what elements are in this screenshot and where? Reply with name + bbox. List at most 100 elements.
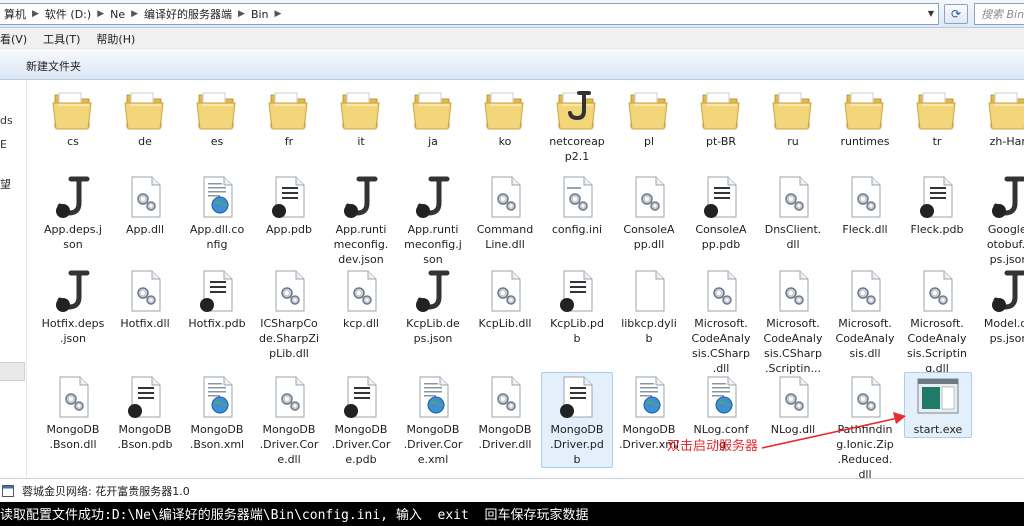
menu-help[interactable]: 帮助(H): [96, 31, 135, 47]
folder-item[interactable]: ru: [757, 84, 829, 150]
item-label: App.dll: [125, 223, 165, 236]
item-label: pt-BR: [705, 135, 737, 148]
file-item[interactable]: config.ini: [541, 172, 613, 238]
dll-file-icon: [851, 176, 881, 218]
file-item[interactable]: MongoDB .Driver.dll: [469, 372, 541, 453]
json-file-icon: [56, 176, 90, 218]
breadcrumb-item[interactable]: 编译好的服务器端: [140, 6, 236, 22]
item-label: pl: [643, 135, 655, 148]
file-item[interactable]: App.dll: [109, 172, 181, 238]
file-item[interactable]: App.runti meconfig.j son: [397, 172, 469, 268]
file-item[interactable]: Hotfix.dll: [109, 266, 181, 332]
file-item[interactable]: ICSharpCo de.SharpZi pLib.dll: [253, 266, 325, 362]
file-item[interactable]: MongoDB .Driver.Cor e.pdb: [325, 372, 397, 468]
breadcrumb-item[interactable]: Bin: [247, 8, 273, 21]
nav-item[interactable]: 望: [0, 176, 11, 192]
pdb-file-icon: [272, 176, 305, 218]
search-input[interactable]: 搜索 Bin: [974, 3, 1024, 25]
file-item[interactable]: Hotfix.pdb: [181, 266, 253, 332]
nav-selected-item[interactable]: [0, 362, 25, 381]
item-label: Microsoft. CodeAnaly sis.CSharp .dll: [691, 317, 751, 375]
breadcrumb-item[interactable]: 算机: [0, 6, 30, 22]
folder-item[interactable]: ko: [469, 84, 541, 150]
menu-tools[interactable]: 工具(T): [43, 31, 80, 47]
file-item[interactable]: MongoDB .Driver.pd b: [541, 372, 613, 468]
folder-icon: [916, 92, 956, 130]
config-file-icon: [203, 176, 233, 218]
file-item[interactable]: Microsoft. CodeAnaly sis.CSharp .dll: [685, 266, 757, 377]
file-item[interactable]: KcpLib.dll: [469, 266, 541, 332]
folder-icon: [844, 92, 884, 130]
item-label: App.runti meconfig.j son: [404, 223, 462, 266]
file-item[interactable]: Pathfindin g.Ionic.Zip .Reduced. dll: [829, 372, 901, 483]
address-dropdown-icon[interactable]: ▼: [925, 4, 937, 22]
folder-item[interactable]: netcoreap p2.1: [541, 84, 613, 165]
file-item[interactable]: ConsoleA pp.dll: [613, 172, 685, 253]
file-item[interactable]: Model.de ps.json: [973, 266, 1024, 347]
folder-item[interactable]: runtimes: [829, 84, 901, 150]
file-item[interactable]: App.dll.co nfig: [181, 172, 253, 253]
item-label: MongoDB .Driver.dll: [478, 423, 532, 451]
ini-file-icon: [563, 176, 593, 218]
file-item[interactable]: MongoDB .Driver.Cor e.dll: [253, 372, 325, 468]
file-item[interactable]: MongoDB .Bson.xml: [181, 372, 253, 453]
file-item[interactable]: MongoDB .Bson.dll: [37, 372, 109, 453]
file-item[interactable]: MongoDB .Bson.pdb: [109, 372, 181, 453]
folder-item[interactable]: cs: [37, 84, 109, 150]
command-bar: 新建文件夹: [0, 51, 1024, 80]
breadcrumb-item[interactable]: 软件 (D:): [41, 6, 95, 22]
file-item[interactable]: Microsoft. CodeAnaly sis.dll: [829, 266, 901, 362]
file-item[interactable]: App.runti meconfig. dev.json: [325, 172, 397, 268]
file-item[interactable]: Microsoft. CodeAnaly sis.Scriptin g.dll: [901, 266, 973, 377]
breadcrumb-separator-icon[interactable]: ▶: [273, 9, 284, 19]
file-item[interactable]: kcp.dll: [325, 266, 397, 332]
file-item[interactable]: ConsoleA pp.pdb: [685, 172, 757, 253]
folder-item[interactable]: es: [181, 84, 253, 150]
folder-item[interactable]: pt-BR: [685, 84, 757, 150]
file-item[interactable]: Fleck.pdb: [901, 172, 973, 238]
folder-item[interactable]: de: [109, 84, 181, 150]
status-bar: 蓉城金贝网络: 花开富贵服务器1.0: [0, 478, 1024, 503]
file-item[interactable]: App.deps.j son: [37, 172, 109, 253]
file-item[interactable]: KcpLib.de ps.json: [397, 266, 469, 347]
new-folder-button[interactable]: 新建文件夹: [26, 58, 81, 74]
folder-icon: [772, 92, 812, 130]
file-item[interactable]: Hotfix.deps .json: [37, 266, 109, 347]
breadcrumb-separator-icon[interactable]: ▶: [129, 9, 140, 19]
dll-file-icon: [851, 270, 881, 312]
folder-item[interactable]: zh-Han: [973, 84, 1024, 150]
file-item[interactable]: start.exe: [904, 372, 972, 438]
file-item[interactable]: KcpLib.pd b: [541, 266, 613, 347]
menu-view[interactable]: 看(V): [0, 31, 27, 47]
file-item[interactable]: DnsClient. dll: [757, 172, 829, 253]
file-item[interactable]: App.pdb: [253, 172, 325, 238]
nav-item[interactable]: E: [0, 138, 7, 151]
address-path[interactable]: 算机 ▶ 软件 (D:) ▶ Ne ▶ 编译好的服务器端 ▶ Bin ▶: [0, 3, 939, 25]
file-item[interactable]: Microsoft. CodeAnaly sis.CSharp .Scripti…: [757, 266, 829, 377]
breadcrumb-separator-icon[interactable]: ▶: [95, 9, 106, 19]
address-bar: 算机 ▶ 软件 (D:) ▶ Ne ▶ 编译好的服务器端 ▶ Bin ▶ ▼ ⟳ 搜索 Bin: [0, 0, 1024, 28]
folder-item[interactable]: fr: [253, 84, 325, 150]
folder-item[interactable]: it: [325, 84, 397, 150]
folder-icon: [988, 92, 1024, 130]
dll-file-icon: [491, 176, 521, 218]
refresh-button[interactable]: ⟳: [944, 4, 968, 24]
breadcrumb-separator-icon[interactable]: ▶: [30, 9, 41, 19]
nav-item[interactable]: ds: [0, 114, 13, 127]
file-item[interactable]: Google. otobuf.c ps.json: [973, 172, 1024, 268]
file-item[interactable]: Command Line.dll: [469, 172, 541, 253]
item-label: kcp.dll: [343, 317, 379, 330]
xml-file-icon: [203, 376, 233, 418]
file-item[interactable]: MongoDB .Driver.Cor e.xml: [397, 372, 469, 468]
file-item[interactable]: NLog.dll: [757, 372, 829, 438]
item-label: config.ini: [551, 223, 603, 236]
breadcrumb-separator-icon[interactable]: ▶: [236, 9, 247, 19]
breadcrumb-item[interactable]: Ne: [106, 8, 129, 21]
file-item[interactable]: Fleck.dll: [829, 172, 901, 238]
folder-item[interactable]: pl: [613, 84, 685, 150]
folder-item[interactable]: tr: [901, 84, 973, 150]
dll-file-icon: [635, 176, 665, 218]
console-window-icon: [2, 485, 14, 497]
folder-item[interactable]: ja: [397, 84, 469, 150]
file-item[interactable]: libkcp.dyli b: [613, 266, 685, 347]
